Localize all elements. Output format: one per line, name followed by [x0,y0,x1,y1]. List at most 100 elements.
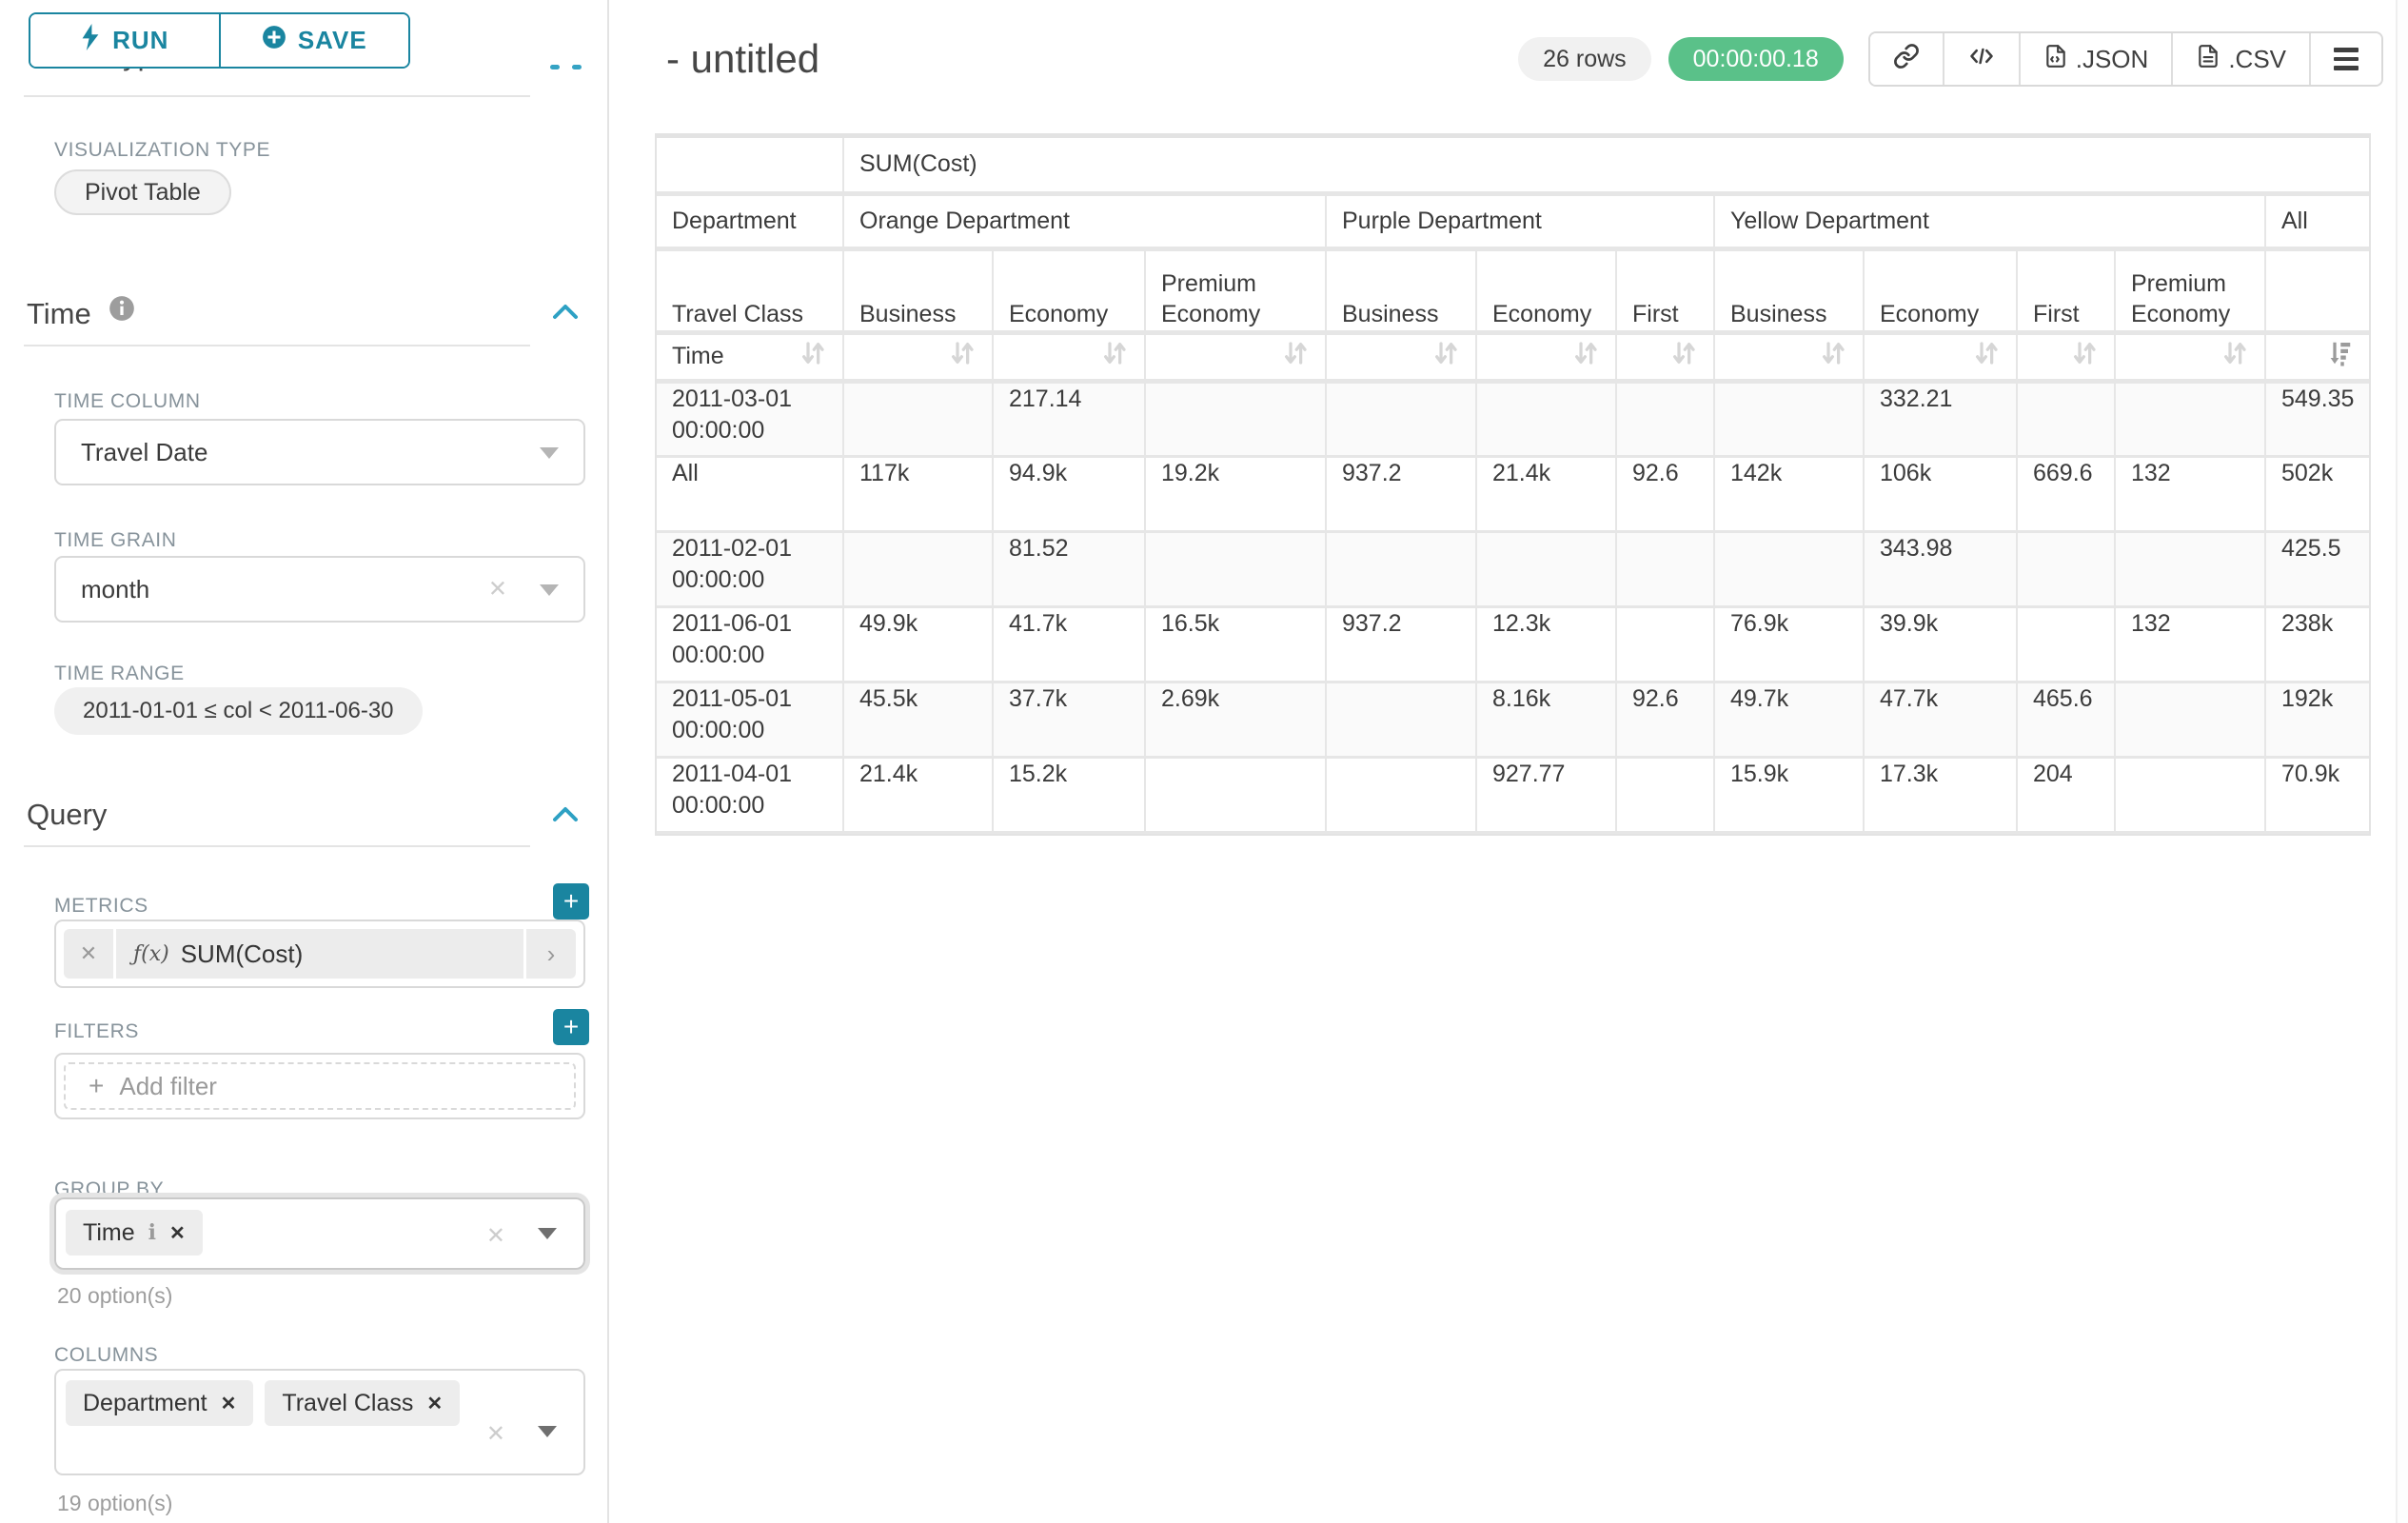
table-row: 2011-02-01 00:00:0081.52343.98425.5 [657,531,2369,606]
time-collapse-chevron[interactable] [552,303,579,320]
pivot-sort-cell[interactable] [1476,332,1616,381]
sort-icon[interactable] [1669,339,1698,374]
time-column-select[interactable]: Travel Date [54,419,585,485]
remove-tag-icon[interactable]: ✕ [426,1392,443,1415]
file-json-icon [2043,43,2068,76]
add-filter-plus-button[interactable]: + [553,1009,589,1045]
export-csv-button[interactable]: .CSV [2171,33,2309,85]
clear-icon[interactable]: ✕ [488,576,507,603]
chart-type-collapse-chevron[interactable] [550,65,560,69]
time-grain-select[interactable]: month ✕ [54,556,585,623]
group-by-select[interactable]: Timei✕✕ [54,1197,585,1270]
pivot-value-cell [2017,531,2115,606]
export-json-button[interactable]: .JSON [2019,33,2172,85]
columns-select[interactable]: Department✕Travel Class✕✕ [54,1369,585,1475]
pivot-row-label: 2011-02-01 00:00:00 [657,531,843,606]
query-collapse-chevron[interactable] [552,805,579,822]
pivot-value-cell: 37.7k [993,682,1145,757]
table-row: 2011-05-01 00:00:0045.5k37.7k2.69k8.16k9… [657,682,2369,757]
sort-desc-icon[interactable] [2325,339,2354,374]
divider [24,345,530,346]
metric-pill[interactable]: ✕ ƒ(x) SUM(Cost) › [64,929,576,979]
pivot-sort-cell[interactable] [1864,332,2017,381]
pivot-corner-cell [657,138,843,193]
field-tag[interactable]: Department✕ [66,1380,253,1426]
pivot-value-cell: 332.21 [1864,381,2017,456]
time-range-label: TIME RANGE [54,663,185,685]
embed-code-button[interactable] [1943,33,2019,85]
run-save-button-row: RUN SAVE [29,12,410,69]
pivot-sort-cell[interactable] [1326,332,1476,381]
pivot-value-cell: 12.3k [1476,606,1616,682]
plus-circle-icon [262,25,286,56]
pivot-class-header: Economy [993,248,1145,332]
add-metric-button[interactable]: + [553,883,589,920]
field-tag[interactable]: Travel Class✕ [265,1380,460,1426]
pivot-class-header: Business [1326,248,1476,332]
sort-icon[interactable] [799,339,827,374]
run-button[interactable]: RUN [30,14,219,67]
save-button-label: SAVE [298,26,367,55]
pivot-value-cell [1145,381,1326,456]
pivot-value-cell: 92.6 [1616,456,1714,531]
pivot-value-cell [1714,381,1864,456]
pivot-value-cell [1616,531,1714,606]
pivot-sort-cell[interactable]: Time [657,332,843,381]
lightning-icon [80,24,101,57]
divider [24,845,530,847]
pivot-sort-cell[interactable] [2115,332,2265,381]
visualization-type-pill[interactable]: Pivot Table [54,169,231,215]
time-range-pill[interactable]: 2011-01-01 ≤ col < 2011-06-30 [54,687,423,735]
sort-icon[interactable] [1819,339,1847,374]
table-row: All117k94.9k19.2k937.221.4k92.6142k106k6… [657,456,2369,531]
copy-link-button[interactable] [1870,33,1943,85]
code-icon [1967,43,1996,76]
pivot-sort-cell[interactable] [1714,332,1864,381]
pivot-travel-class-label: Travel Class [657,248,843,332]
add-filter-button[interactable]: + Add filter [64,1062,576,1110]
clear-icon[interactable]: ✕ [486,1222,505,1250]
pivot-value-cell: 21.4k [1476,456,1616,531]
divider [24,95,530,97]
pivot-value-cell: 2.69k [1145,682,1326,757]
sort-icon[interactable] [2070,339,2099,374]
time-column-value: Travel Date [81,438,207,467]
chevron-right-icon[interactable]: › [526,929,576,979]
pivot-value-cell: 465.6 [2017,682,2115,757]
sort-icon[interactable] [1431,339,1460,374]
chevron-down-icon [538,1228,557,1239]
pivot-value-cell: 47.7k [1864,682,2017,757]
sort-icon[interactable] [1100,339,1129,374]
remove-metric-icon[interactable]: ✕ [64,929,113,979]
sort-icon[interactable] [948,339,977,374]
pivot-sort-cell[interactable] [2017,332,2115,381]
control-panel: Chart Type RUN SAVE VISUALIZ [0,0,609,1523]
chart-type-collapse-chevron[interactable] [572,65,582,69]
pivot-sort-cell[interactable] [1145,332,1326,381]
sort-icon[interactable] [1571,339,1600,374]
page-title[interactable]: - untitled [666,36,819,82]
chart-menu-button[interactable] [2309,33,2381,85]
chart-area: - untitled 26 rows 00:00:00.18 [609,0,2408,1523]
file-csv-icon [2196,43,2220,76]
save-button[interactable]: SAVE [219,14,409,67]
sort-icon[interactable] [1972,339,2001,374]
pivot-row-label: 2011-04-01 00:00:00 [657,757,843,832]
remove-tag-icon[interactable]: ✕ [169,1221,186,1245]
scrollbar[interactable] [2396,0,2408,1523]
field-tag[interactable]: Timei✕ [66,1210,203,1256]
pivot-value-cell: 41.7k [993,606,1145,682]
sort-icon[interactable] [1281,339,1310,374]
remove-tag-icon[interactable]: ✕ [221,1392,237,1415]
pivot-value-cell: 39.9k [1864,606,2017,682]
clear-icon[interactable]: ✕ [486,1420,505,1448]
table-row: 2011-04-01 00:00:0021.4k15.2k927.7715.9k… [657,757,2369,832]
pivot-value-cell [1476,531,1616,606]
pivot-sort-cell[interactable] [843,332,993,381]
pivot-sort-cell[interactable] [993,332,1145,381]
pivot-value-cell: 669.6 [2017,456,2115,531]
pivot-sort-cell[interactable] [1616,332,1714,381]
sort-icon[interactable] [2220,339,2249,374]
pivot-sort-cell[interactable] [2265,332,2369,381]
pivot-value-cell: 21.4k [843,757,993,832]
